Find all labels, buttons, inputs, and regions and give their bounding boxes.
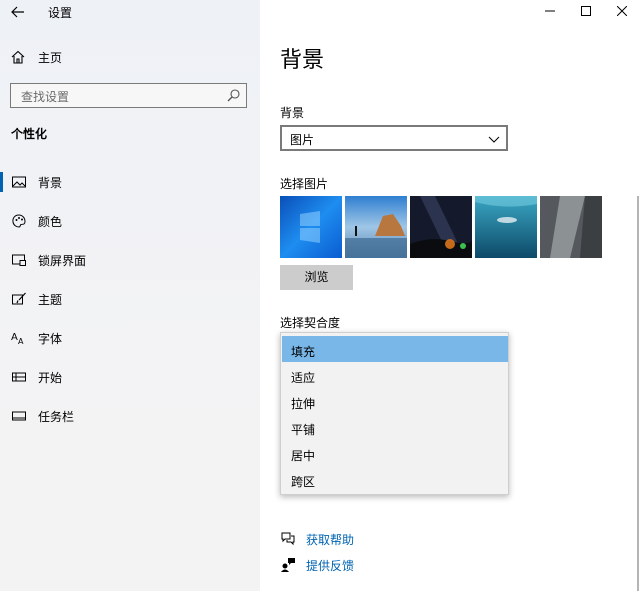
- fit-dropdown-list: 填充 适应 拉伸 平铺 居中 跨区: [280, 332, 509, 495]
- help-chat-icon: [281, 532, 295, 546]
- svg-text:A: A: [18, 337, 24, 346]
- start-icon: [12, 372, 26, 382]
- section-title: 个性化: [11, 127, 48, 141]
- browse-button[interactable]: 浏览: [280, 265, 353, 290]
- sidebar-item-label: 锁屏界面: [38, 254, 87, 268]
- svg-text:A: A: [11, 332, 18, 343]
- option-label: 居中: [291, 449, 316, 463]
- background-label: 背景: [280, 106, 305, 120]
- sidebar: 设置 主页 查找设置 个性化 背景 颜色 锁屏界面 主题 A A 字体 开始 任…: [0, 0, 260, 591]
- choose-picture-label: 选择图片: [280, 177, 329, 191]
- sidebar-item-label: 颜色: [38, 215, 63, 229]
- sidebar-item-label: 背景: [38, 176, 63, 190]
- sidebar-item-label: 主页: [38, 51, 63, 65]
- scrollbar[interactable]: [637, 196, 639, 591]
- app-title: 设置: [48, 6, 73, 20]
- thumbnail-windows-blue[interactable]: [280, 196, 342, 258]
- sidebar-item-taskbar[interactable]: 任务栏: [0, 402, 260, 430]
- lockscreen-icon: [12, 254, 26, 266]
- back-arrow-icon: [11, 6, 24, 18]
- give-feedback-label: 提供反馈: [306, 559, 355, 573]
- thumbnail-underwater-swimmer[interactable]: [475, 196, 537, 258]
- sidebar-item-start[interactable]: 开始: [0, 363, 260, 391]
- feedback-icon: [281, 558, 295, 572]
- minimize-button[interactable]: [536, 0, 564, 22]
- thumbnail-beach-rocks[interactable]: [345, 196, 407, 258]
- sidebar-item-themes[interactable]: 主题: [0, 285, 260, 313]
- picture-icon: [12, 176, 26, 188]
- palette-icon: [12, 214, 26, 228]
- give-feedback-link[interactable]: 提供反馈: [280, 555, 430, 575]
- taskbar-icon: [12, 411, 26, 421]
- sidebar-item-background[interactable]: 背景: [0, 168, 260, 196]
- close-icon: [617, 6, 627, 16]
- option-label: 平铺: [291, 423, 316, 437]
- page-title: 背景: [280, 48, 325, 73]
- back-button[interactable]: [8, 2, 28, 22]
- sidebar-item-label: 字体: [38, 332, 63, 346]
- sidebar-item-fonts[interactable]: A A 字体: [0, 324, 260, 352]
- option-label: 拉伸: [291, 397, 316, 411]
- fit-option-fit[interactable]: 适应: [282, 362, 508, 388]
- close-button[interactable]: [608, 0, 636, 22]
- search-input[interactable]: 查找设置: [10, 83, 247, 108]
- active-indicator: [0, 172, 3, 192]
- brush-icon: [12, 292, 26, 305]
- search-placeholder: 查找设置: [21, 90, 70, 104]
- fit-option-tile[interactable]: 平铺: [282, 414, 508, 440]
- get-help-label: 获取帮助: [306, 533, 355, 547]
- get-help-link[interactable]: 获取帮助: [280, 529, 430, 549]
- thumbnail-rock-cliff[interactable]: [540, 196, 602, 258]
- sidebar-item-lockscreen[interactable]: 锁屏界面: [0, 246, 260, 274]
- search-icon[interactable]: [226, 88, 241, 103]
- picture-thumbnails: [280, 196, 610, 258]
- chevron-down-icon: [488, 136, 500, 143]
- home-icon: [11, 50, 25, 64]
- sidebar-item-label: 主题: [38, 293, 63, 307]
- option-label: 跨区: [291, 475, 316, 489]
- sidebar-item-colors[interactable]: 颜色: [0, 207, 260, 235]
- option-label: 适应: [291, 371, 316, 385]
- option-label: 填充: [291, 345, 316, 359]
- fit-option-fill[interactable]: 填充: [282, 336, 508, 362]
- sidebar-item-label: 开始: [38, 371, 63, 385]
- thumbnail-night-sky[interactable]: [410, 196, 472, 258]
- fit-option-span[interactable]: 跨区: [282, 466, 508, 492]
- minimize-icon: [545, 10, 555, 12]
- fit-option-center[interactable]: 居中: [282, 440, 508, 466]
- sidebar-item-home[interactable]: 主页: [0, 44, 260, 70]
- maximize-icon: [581, 6, 591, 16]
- background-select-value: 图片: [290, 133, 315, 147]
- background-select[interactable]: 图片: [280, 125, 508, 151]
- font-icon: A A: [11, 332, 24, 346]
- maximize-button[interactable]: [572, 0, 600, 22]
- fit-option-stretch[interactable]: 拉伸: [282, 388, 508, 414]
- fit-label: 选择契合度: [280, 316, 341, 330]
- sidebar-item-label: 任务栏: [38, 410, 75, 424]
